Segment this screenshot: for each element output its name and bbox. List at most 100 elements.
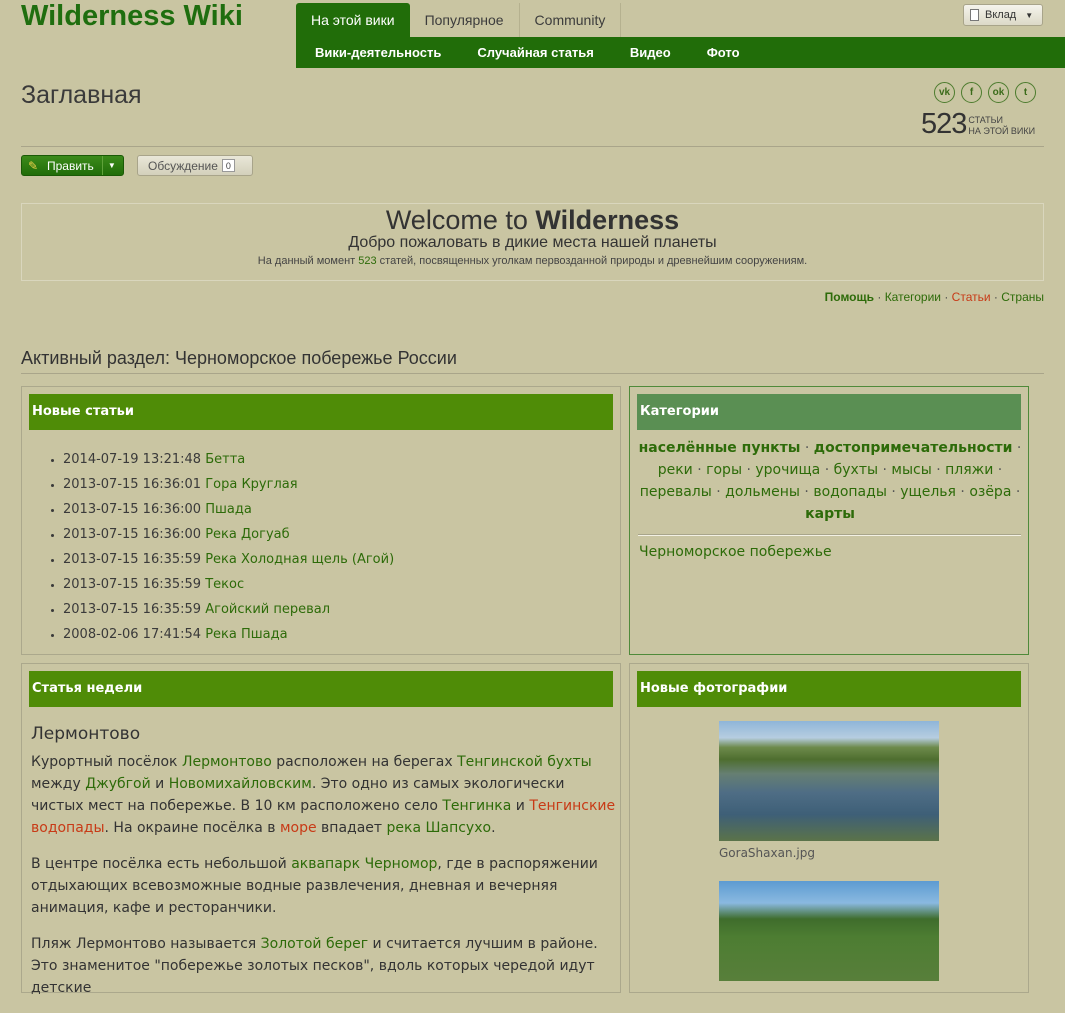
list-item: 2013-07-15 16:36:00 Пшада xyxy=(63,503,394,528)
odnoklassniki-icon[interactable]: ok xyxy=(988,82,1009,103)
article-link[interactable]: Река Догуаб xyxy=(205,527,289,542)
welcome-heading: Welcome to Wilderness xyxy=(22,205,1043,236)
link-help[interactable]: Помощь xyxy=(825,290,874,304)
welcome-desc-before: На данный момент xyxy=(257,255,359,267)
article-link[interactable]: Новомихайловским xyxy=(169,776,312,792)
welcome-heading-prefix: Welcome to xyxy=(385,205,536,235)
article-link[interactable]: Тенгинской бухты xyxy=(457,754,592,770)
talk-label: Обсуждение xyxy=(148,158,218,173)
subnav-random-article[interactable]: Случайная статья xyxy=(459,45,612,60)
article-date: 2013-07-15 16:36:00 xyxy=(63,502,202,517)
talk-button[interactable]: Обсуждение 0 xyxy=(137,155,253,176)
tab-on-this-wiki[interactable]: На этой вики xyxy=(296,3,410,37)
wiki-title[interactable]: Wilderness Wiki xyxy=(21,0,243,33)
category-link[interactable]: ущелья xyxy=(900,484,956,500)
text: расположен на берегах xyxy=(271,754,458,770)
article-link[interactable]: море xyxy=(280,820,317,836)
article-link[interactable]: Река Пшада xyxy=(205,627,287,642)
text: В центре посёлка есть небольшой xyxy=(31,856,292,872)
article-link[interactable]: Бетта xyxy=(205,452,245,467)
category-link[interactable]: дольмены xyxy=(725,484,800,500)
category-link[interactable]: мысы xyxy=(891,462,931,478)
chevron-down-icon[interactable]: ▼ xyxy=(108,161,116,170)
subnav-video[interactable]: Видео xyxy=(612,45,689,60)
photo-thumbnail[interactable] xyxy=(719,721,939,841)
category-links: населённые пункты · достопримечательност… xyxy=(638,440,1022,522)
paragraph: Пляж Лермонтово называется Золотой берег… xyxy=(31,933,616,999)
active-section-heading: Активный раздел: Черноморское побережье … xyxy=(21,348,457,368)
social-share: vk f ok t xyxy=(934,82,1036,103)
article-link[interactable]: Пшада xyxy=(205,502,252,517)
subnav-bar: Вики-деятельность Случайная статья Видео… xyxy=(296,37,1065,68)
chevron-down-icon: ▼ xyxy=(1025,10,1034,20)
welcome-heading-bold: Wilderness xyxy=(535,205,680,235)
category-link[interactable]: водопады xyxy=(813,484,887,500)
article-count-label: СТАТЬИ НА ЭТОЙ ВИКИ xyxy=(968,115,1035,137)
category-link[interactable]: достопримечательности xyxy=(814,440,1013,456)
link-articles[interactable]: Статьи xyxy=(952,290,991,304)
article-link[interactable]: Джубгой xyxy=(85,776,151,792)
category-coast-link[interactable]: Черноморское побережье xyxy=(639,544,832,560)
categories-title: Категории xyxy=(637,394,1021,430)
subnav-photo[interactable]: Фото xyxy=(689,45,758,60)
top-navigation: На этой вики Популярное Community Вики-д… xyxy=(296,3,1065,68)
article-link[interactable]: река Шапсухо xyxy=(387,820,492,836)
welcome-count-link[interactable]: 523 xyxy=(358,255,376,267)
list-item: 2013-07-15 16:36:01 Гора Круглая xyxy=(63,478,394,503)
article-link[interactable]: аквапарк Черномор xyxy=(291,856,437,872)
quick-sep: · xyxy=(874,290,885,304)
category-link[interactable]: населённые пункты xyxy=(639,440,801,456)
list-item: 2013-07-15 16:36:00 Река Догуаб xyxy=(63,528,394,553)
link-categories[interactable]: Категории xyxy=(885,290,941,304)
article-count: 523 СТАТЬИ НА ЭТОЙ ВИКИ xyxy=(921,108,1035,141)
category-link[interactable]: карты xyxy=(805,506,855,522)
article-date: 2013-07-15 16:36:00 xyxy=(63,527,202,542)
twitter-icon[interactable]: t xyxy=(1015,82,1036,103)
article-link[interactable]: Лермонтово xyxy=(182,754,272,770)
article-link[interactable]: Агойский перевал xyxy=(205,602,330,617)
text: . На окраине посёлка в xyxy=(104,820,280,836)
category-link[interactable]: озёра xyxy=(969,484,1011,500)
category-link[interactable]: горы xyxy=(706,462,742,478)
photo-caption[interactable]: GoraShaxan.jpg xyxy=(719,846,815,860)
article-link[interactable]: Тенгинка xyxy=(442,798,511,814)
new-articles-title: Новые статьи xyxy=(29,394,613,430)
article-date: 2008-02-06 17:41:54 xyxy=(63,627,202,642)
photo-thumbnail[interactable] xyxy=(719,881,939,981)
article-date: 2013-07-15 16:36:01 xyxy=(63,477,202,492)
tab-community[interactable]: Community xyxy=(520,3,622,37)
list-item: 2013-07-15 16:35:59 Текос xyxy=(63,578,394,603)
category-link[interactable]: пляжи xyxy=(945,462,993,478)
category-link[interactable]: урочища xyxy=(755,462,820,478)
category-link[interactable]: перевалы xyxy=(640,484,712,500)
article-link[interactable]: Река Холодная щель (Агой) xyxy=(205,552,394,567)
vk-icon[interactable]: vk xyxy=(934,82,955,103)
week-article-text: Курортный посёлок Лермонтово расположен … xyxy=(31,751,616,1013)
article-date: 2013-07-15 16:35:59 xyxy=(63,602,202,617)
quick-sep: · xyxy=(990,290,1002,304)
tab-popular[interactable]: Популярное xyxy=(410,3,520,37)
article-link[interactable]: Золотой берег xyxy=(261,936,368,952)
edit-button[interactable]: ✎ Править ▼ xyxy=(21,155,124,176)
paragraph: В центре посёлка есть небольшой аквапарк… xyxy=(31,853,616,919)
article-of-week-box: Статья недели Лермонтово Курортный посёл… xyxy=(21,663,621,996)
text: между xyxy=(31,776,86,792)
week-article-title[interactable]: Лермонтово xyxy=(31,724,140,744)
facebook-icon[interactable]: f xyxy=(961,82,982,103)
categories-box: Категории населённые пункты · достоприме… xyxy=(629,386,1029,655)
new-photos-title: Новые фотографии xyxy=(637,671,1021,707)
text: . xyxy=(491,820,496,836)
new-articles-box: Новые статьи 2014-07-19 13:21:48 Бетта 2… xyxy=(21,386,621,655)
contribute-button[interactable]: Вклад ▼ xyxy=(963,4,1043,26)
article-link[interactable]: Текос xyxy=(205,577,244,592)
category-link[interactable]: реки xyxy=(658,462,693,478)
text: Пляж Лермонтово называется xyxy=(31,936,261,952)
document-icon xyxy=(970,9,979,21)
link-countries[interactable]: Страны xyxy=(1001,290,1044,304)
article-link[interactable]: Гора Круглая xyxy=(205,477,297,492)
category-link[interactable]: бухты xyxy=(834,462,878,478)
header-divider xyxy=(21,146,1044,147)
subnav-wiki-activity[interactable]: Вики-деятельность xyxy=(296,45,459,60)
edit-separator xyxy=(101,156,103,175)
article-count-label-1: СТАТЬИ xyxy=(968,114,1003,125)
